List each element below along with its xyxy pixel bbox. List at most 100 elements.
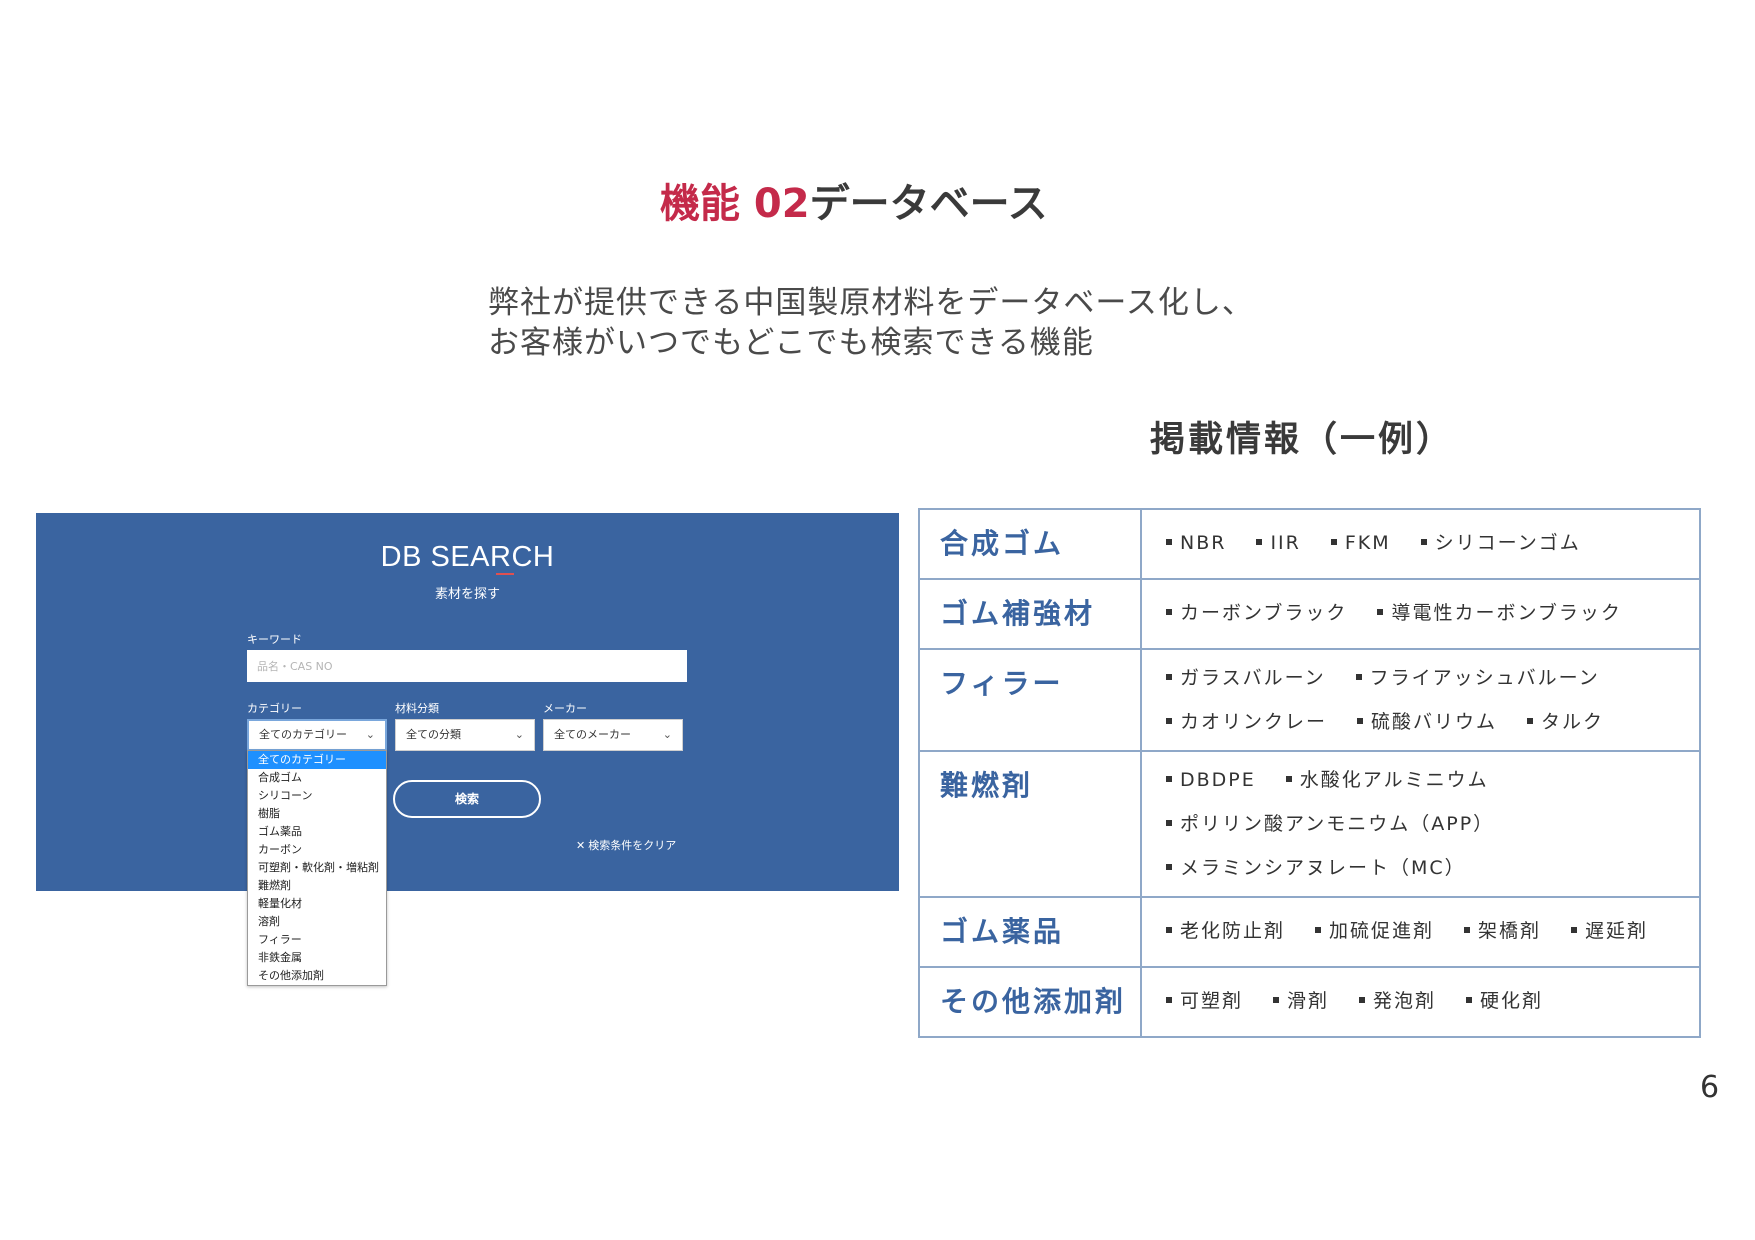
dropdown-option[interactable]: 樹脂 — [248, 805, 386, 823]
item-text: 発泡剤 — [1373, 990, 1437, 1012]
intro-text: 弊社が提供できる中国製原材料をデータベース化し、 お客様がいつでもどこでも検索で… — [488, 283, 1254, 363]
list-item: フライアッシュバルーン — [1355, 656, 1600, 700]
examples-table: 合成ゴム NBR IIR FKM シリコーンゴム ゴム補強材 カーボンブラック 導電性カーボン… — [918, 508, 1701, 1038]
item-text: 硬化剤 — [1480, 990, 1544, 1012]
item-text: フライアッシュバルーン — [1369, 667, 1600, 689]
list-item: 発泡剤 — [1359, 979, 1436, 1023]
list-item: シリコーンゴム — [1420, 521, 1581, 565]
items-cell: ガラスバルーン フライアッシュバルーン カオリンクレー 硫酸バリウム タルク — [1140, 648, 1701, 752]
category-label: フィラー — [940, 667, 1064, 700]
bullet-icon — [1466, 996, 1473, 1003]
item-text: 導電性カーボンブラック — [1391, 602, 1622, 624]
items-cell: 可塑剤 滑剤 発泡剤 硬化剤 — [1140, 966, 1701, 1038]
db-search-panel: DB SEARCH 素材を探す キーワード カテゴリー 材料分類 メーカー 全て… — [36, 513, 899, 891]
list-item: 架橋剤 — [1464, 909, 1541, 953]
items-cell: DBDPE 水酸化アルミニウム ポリリン酸アンモニウム（APP） メラミンシアヌレート… — [1140, 750, 1701, 898]
category-cell: ゴム薬品 — [918, 896, 1142, 968]
bullet-icon — [1256, 538, 1263, 545]
category-cell: 合成ゴム — [918, 508, 1142, 580]
list-item: カーボンブラック — [1166, 591, 1347, 635]
dropdown-option[interactable]: 溶剤 — [248, 913, 386, 931]
maker-select-value: 全てのメーカー — [554, 728, 631, 741]
bullet-icon — [1166, 538, 1172, 545]
bullet-icon — [1285, 775, 1292, 782]
list-item: 加硫促進剤 — [1315, 909, 1434, 953]
list-item: NBR — [1166, 521, 1226, 565]
bullet-icon — [1464, 926, 1471, 933]
list-item: 可塑剤 — [1166, 979, 1243, 1023]
category-select-value: 全てのカテゴリー — [259, 728, 347, 741]
dropdown-option[interactable]: カーボン — [248, 841, 386, 859]
intro-line-1: 弊社が提供できる中国製原材料をデータベース化し、 — [488, 285, 1254, 321]
dropdown-option[interactable]: その他添加剤 — [248, 967, 386, 985]
item-text: ポリリン酸アンモニウム（APP） — [1180, 813, 1495, 835]
db-search-subtitle: 素材を探す — [434, 587, 500, 602]
keyword-input[interactable] — [247, 650, 687, 682]
item-text: 老化防止剤 — [1180, 920, 1286, 942]
list-item: メラミンシアヌレート（MC） — [1166, 846, 1466, 890]
category-label: 合成ゴム — [940, 527, 1065, 560]
dropdown-option[interactable]: 可塑剤・軟化剤・増粘剤 — [248, 859, 386, 877]
item-text: NBR — [1180, 532, 1227, 554]
keyword-label: キーワード — [247, 633, 302, 646]
item-line: ガラスバルーン フライアッシュバルーン — [1166, 656, 1698, 700]
dropdown-option[interactable]: 合成ゴム — [248, 769, 386, 787]
dropdown-option[interactable]: フィラー — [248, 931, 386, 949]
maker-label: メーカー — [543, 702, 587, 715]
category-label: カテゴリー — [247, 702, 302, 715]
bullet-icon — [1359, 996, 1366, 1003]
title-underline — [496, 573, 514, 575]
table-row: ゴム薬品 老化防止剤 加硫促進剤 架橋剤 遅延剤 — [918, 896, 1701, 968]
bullet-icon — [1527, 717, 1534, 724]
category-dropdown-list: 全てのカテゴリー 合成ゴム シリコーン 樹脂 ゴム薬品 カーボン 可塑剤・軟化剤・増粘剤 難燃… — [247, 750, 387, 986]
intro-line-2: お客様がいつでもどこでも検索できる機能 — [488, 325, 1094, 361]
clear-conditions-link[interactable]: ✕ 検索条件をクリア — [576, 837, 676, 853]
page-number: 6 — [1700, 1070, 1720, 1105]
list-item: FKM — [1330, 521, 1391, 565]
slide-title: 機能 02データベース — [660, 178, 1048, 230]
list-item: 硬化剤 — [1466, 979, 1543, 1023]
item-text: メラミンシアヌレート（MC） — [1180, 857, 1466, 879]
items-cell: 老化防止剤 加硫促進剤 架橋剤 遅延剤 — [1140, 896, 1701, 968]
bullet-icon — [1357, 717, 1364, 724]
category-label: 難燃剤 — [940, 769, 1034, 802]
table-row: ゴム補強材 カーボンブラック 導電性カーボンブラック — [918, 578, 1701, 650]
examples-heading: 掲載情報（一例） — [1150, 420, 1455, 460]
material-label: 材料分類 — [395, 702, 439, 715]
bullet-icon — [1273, 996, 1280, 1003]
item-line: カーボンブラック 導電性カーボンブラック — [1166, 591, 1698, 635]
chevron-down-icon: ⌄ — [662, 728, 672, 741]
category-label: ゴム補強材 — [940, 597, 1096, 630]
dropdown-option[interactable]: シリコーン — [248, 787, 386, 805]
item-line: カオリンクレー 硫酸バリウム タルク — [1166, 700, 1698, 744]
bullet-icon — [1377, 608, 1384, 615]
category-select[interactable]: 全てのカテゴリー ⌄ — [247, 719, 387, 751]
material-select[interactable]: 全ての分類 ⌄ — [395, 719, 535, 751]
maker-select[interactable]: 全てのメーカー ⌄ — [543, 719, 683, 751]
item-line: 可塑剤 滑剤 発泡剤 硬化剤 — [1166, 979, 1698, 1023]
items-cell: カーボンブラック 導電性カーボンブラック — [1140, 578, 1701, 650]
item-text: 硫酸バリウム — [1371, 711, 1498, 733]
item-text: 架橋剤 — [1478, 920, 1542, 942]
dropdown-option[interactable]: 軽量化材 — [248, 895, 386, 913]
item-text: 水酸化アルミニウム — [1299, 769, 1489, 791]
bullet-icon — [1166, 819, 1172, 826]
chevron-down-icon: ⌄ — [514, 728, 524, 741]
category-label: ゴム薬品 — [940, 915, 1065, 948]
bullet-icon — [1420, 538, 1427, 545]
search-button[interactable]: 検索 — [393, 780, 541, 818]
items-cell: NBR IIR FKM シリコーンゴム — [1140, 508, 1701, 580]
dropdown-option[interactable]: 全てのカテゴリー — [248, 751, 386, 769]
table-row: 合成ゴム NBR IIR FKM シリコーンゴム — [918, 508, 1701, 580]
dropdown-option[interactable]: ゴム薬品 — [248, 823, 386, 841]
dropdown-option[interactable]: 非鉄金属 — [248, 949, 386, 967]
category-cell: その他添加剤 — [918, 966, 1142, 1038]
db-search-title: DB SEARCH — [380, 541, 555, 573]
table-row: その他添加剤 可塑剤 滑剤 発泡剤 硬化剤 — [918, 966, 1701, 1038]
dropdown-option[interactable]: 難燃剤 — [248, 877, 386, 895]
table-row: フィラー ガラスバルーン フライアッシュバルーン カオリンクレー 硫酸バリウム タルク — [918, 648, 1701, 752]
bullet-icon — [1166, 863, 1172, 870]
item-line: NBR IIR FKM シリコーンゴム — [1166, 521, 1698, 565]
item-text: 加硫促進剤 — [1329, 920, 1435, 942]
item-text: カーボンブラック — [1180, 602, 1348, 624]
